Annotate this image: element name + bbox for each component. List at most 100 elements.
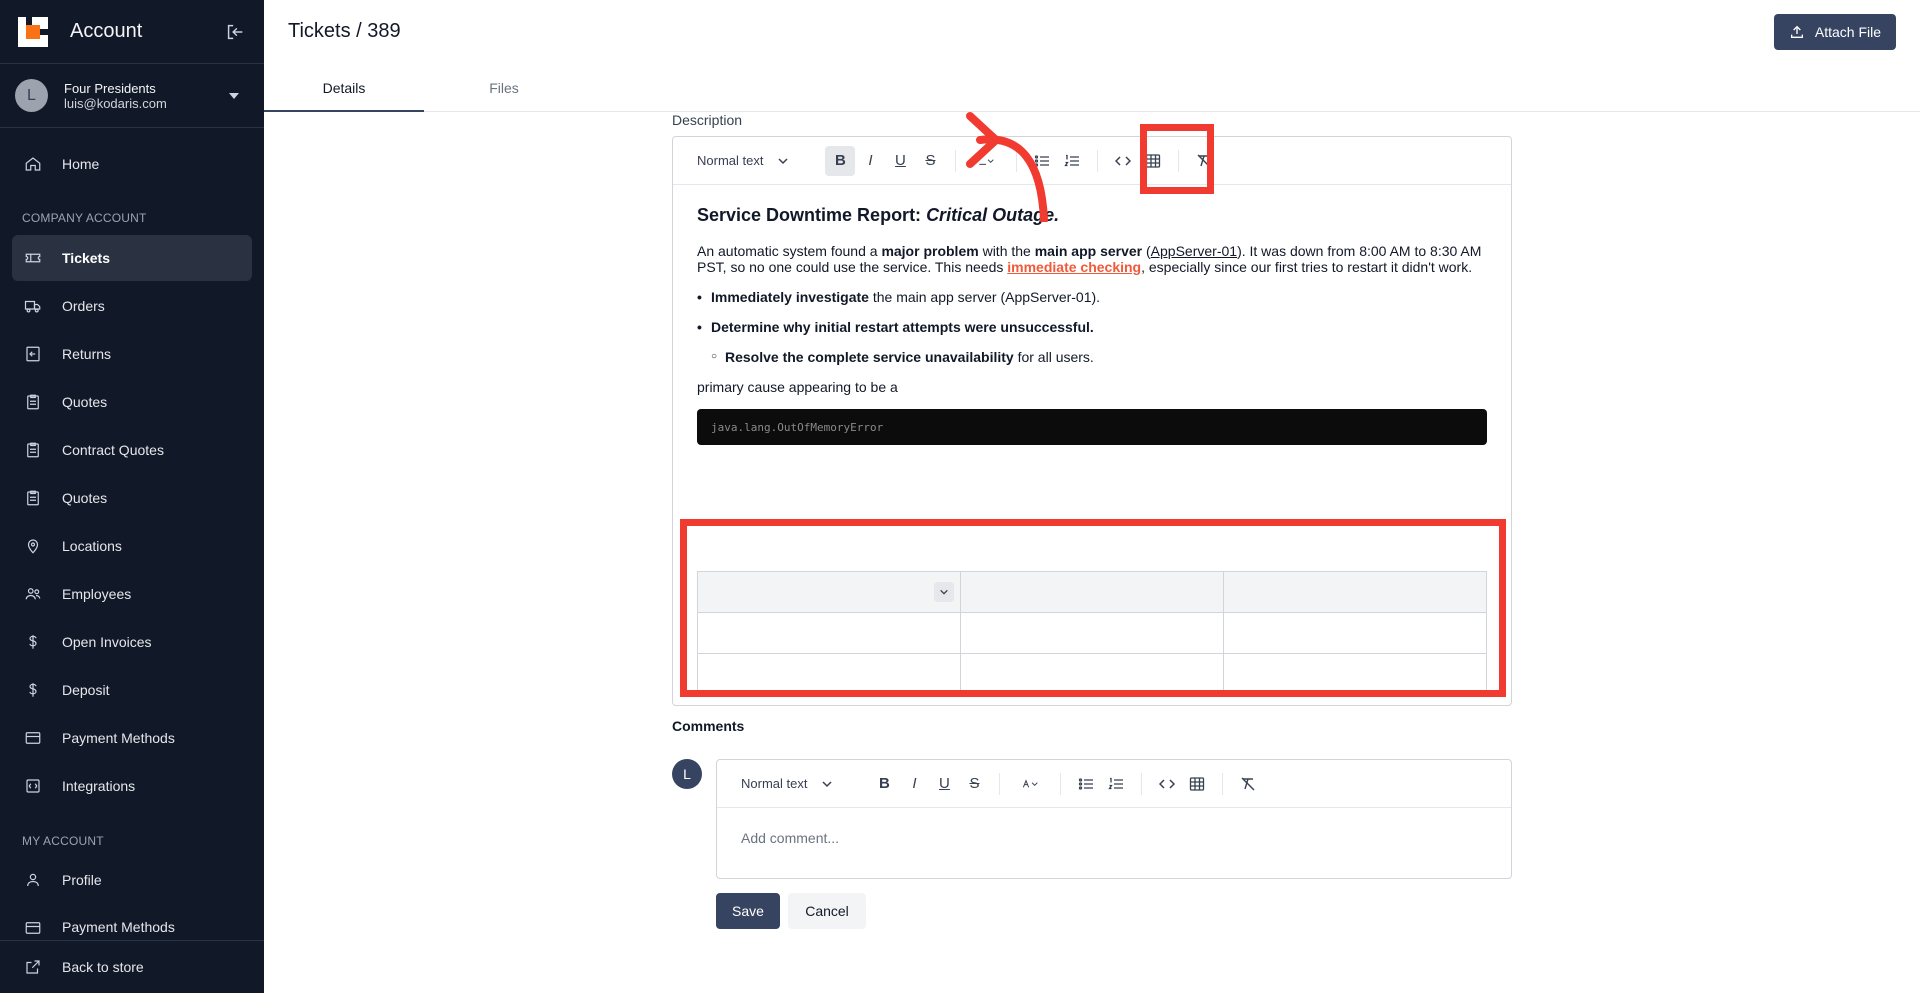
chevron-down-icon (822, 780, 832, 787)
sidebar-item-label: Profile (62, 872, 102, 888)
code-icon (1159, 778, 1176, 789)
heading-text: Service Downtime Report: (697, 205, 927, 225)
code-block[interactable]: java.lang.OutOfMemoryError (697, 409, 1487, 445)
block-type-select[interactable]: Normal text (741, 776, 833, 791)
underline-button[interactable]: U (929, 769, 959, 799)
external-link-icon (26, 960, 40, 974)
comment-editor[interactable]: Normal text B I U S Add comment... (716, 759, 1512, 879)
map-pin-icon (27, 539, 39, 554)
comment-input[interactable]: Add comment... (717, 808, 1511, 868)
list-item: • Determine why initial restart attempts … (697, 319, 1094, 335)
collapse-sidebar-icon[interactable] (224, 21, 246, 43)
user-name: Four Presidents (64, 80, 156, 96)
comment-toolbar: Normal text B I U S (717, 760, 1511, 808)
tab-bar: Details Files (264, 70, 584, 112)
clipboard-icon (27, 442, 39, 458)
block-type-value: Normal text (697, 153, 764, 168)
sidebar-item-returns[interactable]: Returns (12, 331, 252, 377)
ticket-icon (25, 253, 41, 263)
sidebar-item-label: Tickets (62, 250, 110, 266)
kodaris-logo[interactable] (18, 16, 48, 47)
avatar: L (15, 79, 48, 112)
save-button[interactable]: Save (716, 893, 780, 929)
sidebar-item-quotes-2[interactable]: Quotes (12, 475, 252, 521)
section-company-account: COMPANY ACCOUNT (22, 211, 147, 225)
account-switcher[interactable]: L Four Presidents luis@kodaris.com (0, 64, 264, 128)
arrow-annotation-icon (966, 112, 1048, 222)
appserver-link[interactable]: AppServer-01 (1151, 243, 1237, 259)
avatar: L (672, 759, 702, 789)
back-to-store-link[interactable]: Back to store (0, 940, 264, 993)
sidebar-item-label: Quotes (62, 490, 108, 506)
underline-button[interactable]: U (885, 146, 915, 176)
bold-icon: B (835, 152, 846, 169)
sidebar-item-tickets[interactable]: Tickets (12, 235, 252, 281)
main-area: Tickets / 389 Attach File Details Files … (264, 0, 1920, 993)
bold-button[interactable]: B (869, 769, 899, 799)
immediate-checking-link[interactable]: immediate checking (1007, 259, 1141, 275)
sidebar-item-locations[interactable]: Locations (12, 523, 252, 569)
sidebar-item-label: Orders (62, 298, 105, 314)
paragraph: An automatic system found a major proble… (697, 243, 1482, 275)
tab-files[interactable]: Files (424, 70, 584, 112)
credit-card-icon (25, 732, 41, 744)
attach-file-label: Attach File (1814, 24, 1881, 40)
comments-label: Comments (672, 718, 745, 734)
editor-content[interactable]: Service Downtime Report: Critical Outage… (673, 185, 1511, 445)
underline-icon: U (895, 152, 906, 169)
highlight-box-table (680, 519, 1506, 697)
tab-details[interactable]: Details (264, 70, 424, 112)
cancel-button[interactable]: Cancel (788, 893, 866, 929)
clear-format-button[interactable] (1233, 769, 1263, 799)
ticket-content: Description Normal text B I U S Service … (264, 112, 1920, 993)
block-type-value: Normal text (741, 776, 808, 791)
sidebar-item-integrations[interactable]: Integrations (12, 763, 252, 809)
sidebar-item-orders[interactable]: Orders (12, 283, 252, 329)
sidebar-item-open-invoices[interactable]: Open Invoices (12, 619, 252, 665)
sidebar-item-employees[interactable]: Employees (12, 571, 252, 617)
sidebar-item-profile[interactable]: Profile (12, 857, 252, 903)
user-email: luis@kodaris.com (64, 95, 167, 111)
sidebar-item-payment-methods[interactable]: Payment Methods (12, 715, 252, 761)
sidebar-item-label: Home (62, 156, 100, 172)
sidebar-item-payment-methods-2[interactable]: Payment Methods (12, 905, 252, 941)
numbered-list-button[interactable] (1101, 769, 1131, 799)
sidebar-item-contract-quotes[interactable]: Contract Quotes (12, 427, 252, 473)
code-button[interactable] (1152, 769, 1182, 799)
sidebar-item-home[interactable]: Home (12, 141, 252, 187)
bullet-list-button[interactable] (1071, 769, 1101, 799)
attach-file-button[interactable]: Attach File (1773, 14, 1896, 50)
bullet-list-icon (1079, 777, 1094, 790)
sidebar-item-label: Integrations (62, 778, 136, 794)
strikethrough-button[interactable]: S (959, 769, 989, 799)
italic-button[interactable]: I (855, 146, 885, 176)
sidebar-item-quotes[interactable]: Quotes (12, 379, 252, 425)
sidebar-header: Account (0, 0, 264, 64)
description-label: Description (672, 112, 743, 128)
clear-format-icon (1241, 777, 1255, 790)
sub-list-item: ○ Resolve the complete service unavailabi… (711, 349, 1094, 365)
sidebar-item-label: Deposit (62, 682, 110, 698)
block-type-select[interactable]: Normal text (697, 153, 789, 168)
credit-card-icon (25, 922, 41, 934)
italic-button[interactable]: I (899, 769, 929, 799)
sidebar-item-deposit[interactable]: Deposit (12, 667, 252, 713)
table-icon (1190, 776, 1205, 791)
sidebar-item-label: Payment Methods (62, 730, 175, 746)
return-icon (26, 346, 40, 362)
sidebar-item-label: Employees (62, 586, 132, 602)
italic-icon: I (868, 152, 873, 169)
insert-table-button[interactable] (1182, 769, 1212, 799)
italic-icon: I (912, 775, 917, 792)
dollar-icon (29, 683, 37, 697)
chevron-down-icon (229, 92, 239, 99)
bold-button[interactable]: B (825, 145, 856, 176)
truck-icon (24, 300, 41, 313)
text-color-button[interactable] (1010, 769, 1050, 799)
integration-icon (26, 779, 40, 793)
numbered-list-icon (1108, 777, 1124, 789)
users-icon (25, 588, 41, 600)
sidebar-item-label: Contract Quotes (62, 442, 164, 458)
sidebar-item-label: Open Invoices (62, 634, 152, 650)
home-icon (25, 157, 41, 171)
